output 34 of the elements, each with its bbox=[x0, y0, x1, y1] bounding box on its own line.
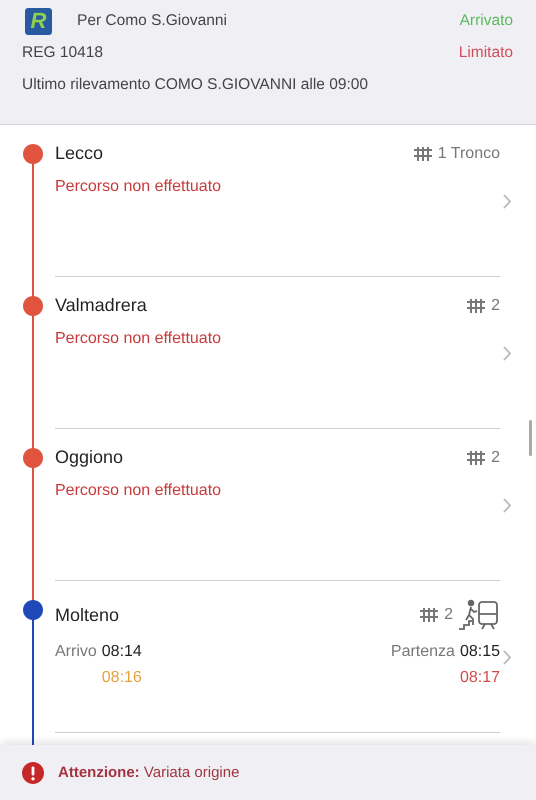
alert-message: Attenzione: Variata origine bbox=[58, 764, 240, 781]
chevron-icon[interactable] bbox=[503, 194, 512, 208]
platform-number: 1 Tronco bbox=[438, 144, 500, 162]
departure-actual-time: 08:17 bbox=[460, 669, 500, 687]
departure-label: Partenza bbox=[390, 643, 455, 661]
destination: Per Como S.Giovanni bbox=[77, 12, 228, 30]
warning-icon bbox=[22, 762, 44, 784]
platform-number: 2 bbox=[491, 296, 500, 314]
arrival-actual-time: 08:16 bbox=[102, 669, 142, 687]
departure-time: 08:15 bbox=[460, 643, 500, 661]
station-name: Oggiono bbox=[55, 447, 124, 468]
stop-status: Percorso non effettuato bbox=[55, 482, 222, 500]
rail-icon bbox=[466, 298, 486, 314]
service-status: Limitato bbox=[458, 44, 513, 62]
station-name: Lecco bbox=[55, 143, 104, 164]
rail-icon bbox=[466, 450, 486, 466]
rail-icon bbox=[419, 607, 440, 623]
train-state: Arrivato bbox=[460, 12, 513, 30]
rail-icon bbox=[412, 146, 433, 162]
train-number: REG 10418 bbox=[22, 44, 103, 62]
scrollbar bbox=[529, 420, 532, 456]
arrival-time: 08:14 bbox=[102, 643, 142, 661]
last-seen-info: Ultimo rilevamento COMO S.GIOVANNI alle 09:00 bbox=[22, 76, 368, 94]
chevron-icon[interactable] bbox=[503, 498, 512, 512]
chevron-icon[interactable] bbox=[503, 346, 512, 360]
app-logo: R bbox=[25, 8, 52, 34]
stop-status: Percorso non effettuato bbox=[55, 330, 222, 348]
station-name: Valmadrera bbox=[55, 295, 147, 316]
chevron-icon[interactable] bbox=[503, 650, 512, 664]
arrival-label: Arrivo bbox=[55, 643, 97, 661]
station-name: Molteno bbox=[55, 604, 120, 626]
platform-number: 2 bbox=[491, 448, 500, 466]
platform-number: 2 bbox=[444, 606, 453, 624]
stop-status: Percorso non effettuato bbox=[55, 178, 222, 196]
